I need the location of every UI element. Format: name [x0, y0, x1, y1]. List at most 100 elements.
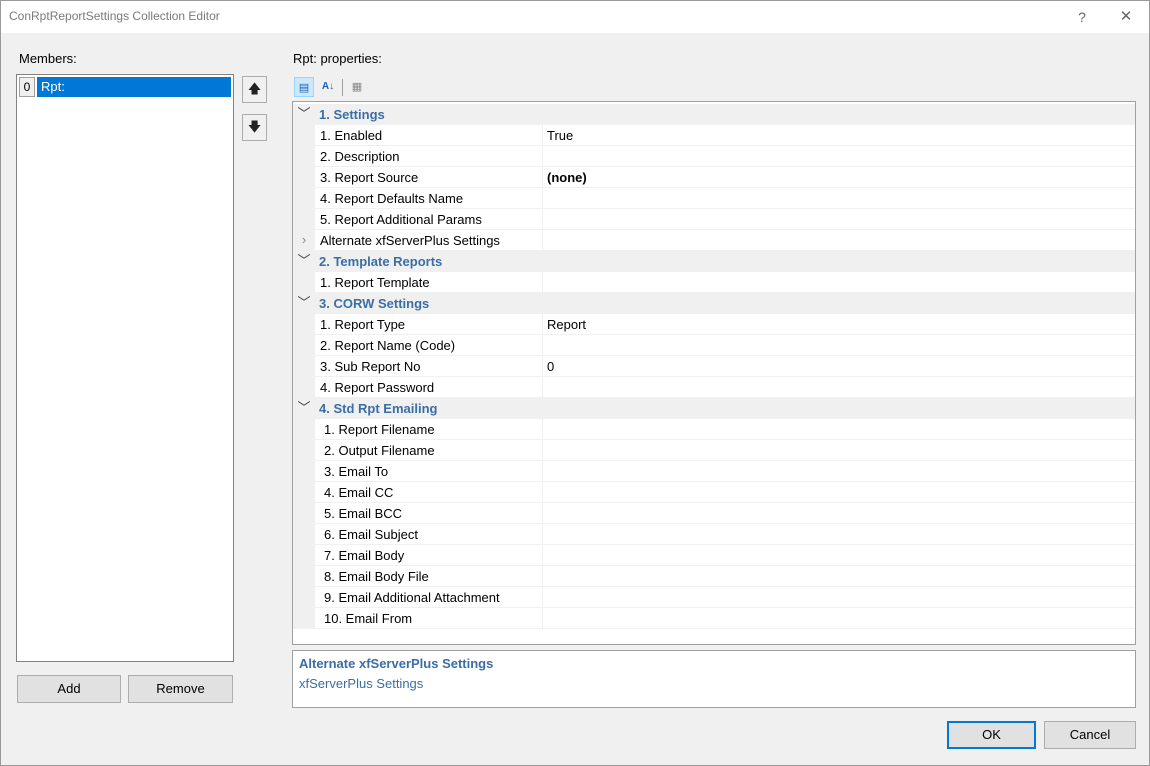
row-margin — [293, 524, 315, 545]
property-row[interactable]: 1. Report Type Report — [293, 314, 1135, 335]
category-label: 4. Std Rpt Emailing — [319, 401, 438, 416]
cancel-button[interactable]: Cancel — [1044, 721, 1136, 749]
row-margin — [293, 335, 315, 356]
property-name: 4. Report Password — [315, 377, 543, 398]
property-row[interactable]: 8. Email Body File — [293, 566, 1135, 587]
help-icon[interactable]: ? — [1059, 1, 1105, 33]
property-grid-toolbar: ▤ A↓ ▦ — [293, 77, 393, 99]
property-value[interactable] — [543, 146, 1135, 167]
category-label: 3. CORW Settings — [319, 296, 430, 311]
property-value[interactable] — [543, 461, 1135, 482]
property-value[interactable] — [543, 377, 1135, 398]
property-row[interactable]: 4. Report Password — [293, 377, 1135, 398]
property-value[interactable] — [543, 230, 1135, 251]
property-value[interactable] — [543, 587, 1135, 608]
categorized-icon[interactable]: ▤ — [294, 77, 314, 97]
property-name: 10. Email From — [315, 608, 543, 629]
property-value[interactable] — [543, 482, 1135, 503]
property-row[interactable]: › Alternate xfServerPlus Settings — [293, 230, 1135, 251]
property-row[interactable]: 2. Report Name (Code) — [293, 335, 1135, 356]
row-margin — [293, 314, 315, 335]
property-value[interactable]: 0 — [543, 356, 1135, 377]
property-pages-icon[interactable]: ▦ — [347, 77, 367, 97]
property-name: 3. Sub Report No — [315, 356, 543, 377]
property-name: 2. Report Name (Code) — [315, 335, 543, 356]
property-row[interactable]: 10. Email From — [293, 608, 1135, 629]
property-row[interactable]: 1. Report Filename — [293, 419, 1135, 440]
member-index: 0 — [19, 77, 35, 97]
collapse-chevron-icon[interactable]: ﹀ — [293, 104, 315, 125]
row-margin — [293, 209, 315, 230]
collection-editor-window: ConRptReportSettings Collection Editor ?… — [0, 0, 1150, 766]
category-label: 2. Template Reports — [319, 254, 443, 269]
property-row[interactable]: 1. Report Template — [293, 272, 1135, 293]
property-row[interactable]: 3. Sub Report No 0 — [293, 356, 1135, 377]
property-row[interactable]: 3. Report Source (none) — [293, 167, 1135, 188]
collapse-chevron-icon[interactable]: ﹀ — [293, 251, 315, 272]
description-pane: Alternate xfServerPlus Settings xfServer… — [292, 650, 1136, 708]
title-bar: ConRptReportSettings Collection Editor ?… — [1, 1, 1149, 33]
row-margin — [293, 167, 315, 188]
property-value[interactable]: Report — [543, 314, 1135, 335]
remove-button[interactable]: Remove — [128, 675, 233, 703]
description-body: xfServerPlus Settings — [299, 676, 424, 691]
property-row[interactable]: 3. Email To — [293, 461, 1135, 482]
property-name: 1. Report Type — [315, 314, 543, 335]
row-margin — [293, 503, 315, 524]
category-row[interactable]: ﹀ 2. Template Reports — [293, 251, 1135, 272]
property-row[interactable]: 5. Email BCC — [293, 503, 1135, 524]
category-row[interactable]: ﹀ 3. CORW Settings — [293, 293, 1135, 314]
property-value[interactable] — [543, 419, 1135, 440]
alphabetical-sort-icon[interactable]: A↓ — [318, 77, 338, 97]
property-value[interactable] — [543, 440, 1135, 461]
property-name: 1. Report Template — [315, 272, 543, 293]
members-list[interactable]: 0 Rpt: — [16, 74, 234, 662]
property-row[interactable]: 2. Description — [293, 146, 1135, 167]
ok-button[interactable]: OK — [947, 721, 1036, 749]
property-row[interactable]: 2. Output Filename — [293, 440, 1135, 461]
property-value[interactable] — [543, 608, 1135, 629]
property-value[interactable] — [543, 335, 1135, 356]
add-button[interactable]: Add — [17, 675, 121, 703]
property-value[interactable] — [543, 524, 1135, 545]
row-margin — [293, 566, 315, 587]
property-value[interactable]: True — [543, 125, 1135, 146]
property-row[interactable]: 4. Report Defaults Name — [293, 188, 1135, 209]
property-value[interactable]: (none) — [543, 167, 1135, 188]
category-row[interactable]: ﹀ 4. Std Rpt Emailing — [293, 398, 1135, 419]
property-name: 9. Email Additional Attachment — [315, 587, 543, 608]
property-grid[interactable]: ﹀ 1. Settings 1. Enabled True 2. Description… — [292, 101, 1136, 645]
property-row[interactable]: 1. Enabled True — [293, 125, 1135, 146]
property-value[interactable] — [543, 272, 1135, 293]
row-margin — [293, 419, 315, 440]
property-row[interactable]: 4. Email CC — [293, 482, 1135, 503]
property-name: 1. Report Filename — [315, 419, 543, 440]
property-value[interactable] — [543, 188, 1135, 209]
move-up-button[interactable]: 🡅 — [242, 76, 267, 103]
window-title: ConRptReportSettings Collection Editor — [9, 9, 220, 23]
property-value[interactable] — [543, 566, 1135, 587]
property-row[interactable]: 6. Email Subject — [293, 524, 1135, 545]
property-name: Alternate xfServerPlus Settings — [315, 230, 543, 251]
expand-chevron-icon[interactable]: › — [293, 230, 315, 251]
move-down-button[interactable]: 🡇 — [242, 114, 267, 141]
property-value[interactable] — [543, 545, 1135, 566]
property-name: 4. Report Defaults Name — [315, 188, 543, 209]
close-icon[interactable]: ✕ — [1103, 1, 1149, 33]
row-margin — [293, 377, 315, 398]
collapse-chevron-icon[interactable]: ﹀ — [293, 398, 315, 419]
properties-label: Rpt: properties: — [293, 51, 382, 66]
category-row[interactable]: ﹀ 1. Settings — [293, 104, 1135, 125]
property-value[interactable] — [543, 209, 1135, 230]
property-row[interactable]: 5. Report Additional Params — [293, 209, 1135, 230]
property-name: 5. Email BCC — [315, 503, 543, 524]
property-row[interactable]: 7. Email Body — [293, 545, 1135, 566]
row-margin — [293, 587, 315, 608]
property-name: 3. Email To — [315, 461, 543, 482]
property-name: 7. Email Body — [315, 545, 543, 566]
property-row[interactable]: 9. Email Additional Attachment — [293, 587, 1135, 608]
list-item[interactable]: 0 Rpt: — [19, 77, 231, 97]
property-value[interactable] — [543, 503, 1135, 524]
collapse-chevron-icon[interactable]: ﹀ — [293, 293, 315, 314]
member-label: Rpt: — [37, 77, 231, 97]
